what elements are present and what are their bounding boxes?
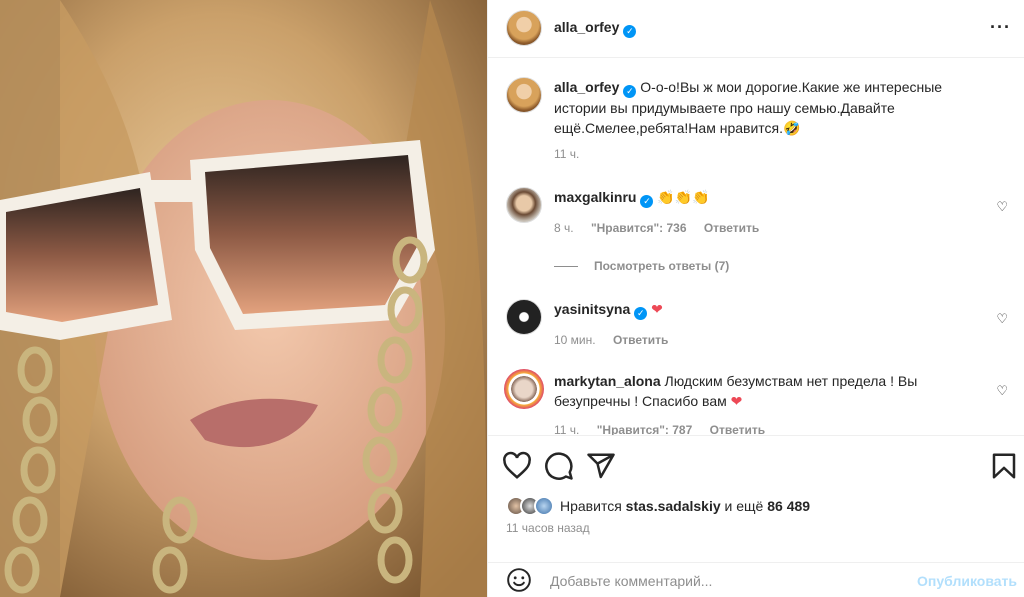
verified-badge-icon: ✓: [623, 85, 637, 98]
comment-item: maxgalkinru ✓ 👏👏👏 8 ч. "Нравится": 736 От…: [506, 187, 1016, 247]
comment-composer: Опубликовать: [488, 562, 1024, 597]
reply-button[interactable]: Ответить: [613, 333, 668, 347]
post-actions: [488, 435, 1024, 495]
verified-badge-icon: ✓: [640, 195, 654, 208]
post-photo[interactable]: [0, 0, 487, 597]
caption-avatar[interactable]: [506, 77, 542, 113]
clap-emoji: 👏👏👏: [657, 190, 710, 206]
comment-username[interactable]: maxgalkinru: [554, 189, 636, 205]
comment-username[interactable]: markytan_alona: [554, 373, 661, 389]
comment-meta: 10 мин. Ответить: [554, 333, 682, 347]
comment-time[interactable]: 8 ч.: [554, 221, 574, 235]
comment-likes[interactable]: "Нравится": 787: [597, 423, 693, 435]
caption-time[interactable]: 11 ч.: [554, 147, 579, 161]
liker-avatar: [534, 496, 554, 516]
comment-text: maxgalkinru ✓ 👏👏👏: [554, 187, 974, 208]
caption: alla_orfey ✓ О-о-о!Вы ж мои дорогие.Какие…: [506, 77, 1016, 187]
author-avatar[interactable]: [506, 10, 542, 46]
share-send-icon[interactable]: [586, 451, 616, 481]
like-heart-icon[interactable]: [502, 451, 532, 481]
comment-meta: 11 ч. "Нравится": 787 Ответить: [554, 423, 779, 435]
likes-summary[interactable]: Нравится stas.sadalskiy и ещё 86 489: [506, 496, 810, 516]
comment-avatar[interactable]: [506, 187, 542, 223]
caption-text: alla_orfey ✓ О-о-о!Вы ж мои дорогие.Какие…: [554, 79, 943, 137]
post-header: alla_orfey ✓ ···: [488, 0, 1024, 58]
red-heart-emoji: ❤: [730, 394, 743, 410]
liker-username[interactable]: stas.sadalskiy: [626, 498, 721, 514]
publish-button[interactable]: Опубликовать: [917, 573, 1017, 589]
like-comment-icon[interactable]: ♡: [996, 199, 1008, 215]
comment-avatar-story[interactable]: [504, 369, 544, 409]
emoji-picker-icon[interactable]: [506, 567, 532, 593]
comment-username[interactable]: yasinitsyna: [554, 301, 630, 317]
comment-meta: 8 ч. "Нравится": 736 Ответить: [554, 221, 773, 235]
likes-count[interactable]: 86 489: [767, 498, 810, 514]
verified-badge-icon: ✓: [634, 307, 648, 320]
comment-item: markytan_alona Людским безумствам нет пр…: [504, 369, 1016, 435]
comment-time[interactable]: 11 ч.: [554, 423, 579, 435]
replies-line: [554, 265, 578, 267]
like-comment-icon[interactable]: ♡: [996, 311, 1008, 327]
verified-badge-icon: ✓: [623, 25, 637, 38]
comments-list[interactable]: alla_orfey ✓ О-о-о!Вы ж мои дорогие.Какие…: [488, 59, 1024, 435]
post-panel: alla_orfey ✓ ··· alla_orfey ✓ О-о-о!Вы ж м…: [487, 0, 1024, 597]
likes-text: Нравится stas.sadalskiy и ещё 86 489: [560, 498, 811, 514]
rofl-emoji: 🤣: [783, 121, 801, 137]
post-time[interactable]: 11 часов назад: [506, 521, 590, 535]
caption-meta: 11 ч.: [554, 147, 593, 161]
reply-button[interactable]: Ответить: [710, 423, 765, 435]
save-bookmark-icon[interactable]: [989, 451, 1019, 481]
like-comment-icon[interactable]: ♡: [996, 383, 1008, 399]
more-options-icon[interactable]: ···: [990, 17, 1011, 38]
comment-bubble-icon[interactable]: [544, 451, 574, 481]
red-heart-emoji: ❤: [651, 302, 663, 318]
comment-time[interactable]: 10 мин.: [554, 333, 596, 347]
reply-button[interactable]: Ответить: [704, 221, 759, 235]
caption-username[interactable]: alla_orfey: [554, 79, 619, 95]
comment-text: markytan_alona Людским безумствам нет пр…: [554, 373, 918, 410]
comment-input[interactable]: [550, 569, 890, 593]
comment-avatar[interactable]: [506, 299, 542, 335]
comment-text: yasinitsyna ✓ ❤: [554, 299, 974, 320]
comment-likes[interactable]: "Нравится": 736: [591, 221, 687, 235]
comment-item: yasinitsyna ✓ ❤ 10 мин. Ответить ♡: [506, 299, 1016, 359]
author-username[interactable]: alla_orfey ✓: [554, 19, 637, 38]
view-replies-button[interactable]: Посмотреть ответы (7): [554, 259, 729, 273]
